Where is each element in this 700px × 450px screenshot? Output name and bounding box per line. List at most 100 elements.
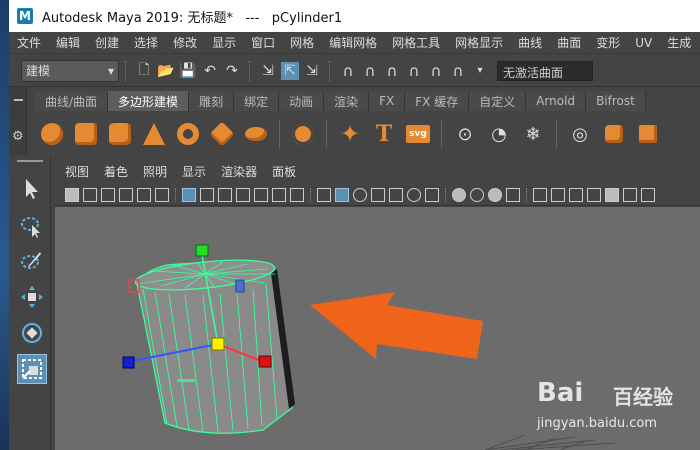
platonic-solid-icon[interactable]	[286, 119, 320, 149]
color-management-icon[interactable]	[623, 187, 637, 202]
tab-animation[interactable]: 动画	[279, 91, 325, 111]
safe-title-icon[interactable]	[290, 187, 304, 202]
menu-deform[interactable]: 变形	[596, 34, 620, 51]
tab-rigging[interactable]: 绑定	[234, 91, 280, 111]
plane-handle-blue[interactable]	[235, 279, 245, 293]
snap-grid-icon[interactable]: ∩	[339, 62, 357, 80]
menu-surfaces[interactable]: 曲面	[557, 34, 581, 51]
undo-icon[interactable]: ↶	[201, 62, 219, 80]
depth-of-field-icon[interactable]	[488, 187, 502, 202]
menu-select[interactable]: 选择	[134, 34, 158, 51]
poly-plane-icon[interactable]	[205, 119, 239, 149]
xray-components-icon[interactable]	[569, 187, 583, 202]
panel-menu-show[interactable]: 显示	[182, 163, 206, 180]
menu-display[interactable]: 显示	[212, 34, 236, 51]
poly-torus-icon[interactable]	[171, 119, 205, 149]
poly-disc-icon[interactable]	[239, 119, 273, 149]
exposure-icon[interactable]	[605, 187, 619, 202]
menu-mesh[interactable]: 网格	[290, 34, 314, 51]
motion-blur-icon[interactable]	[452, 187, 466, 202]
snap-projected-icon[interactable]: ∩	[405, 62, 423, 80]
menu-create[interactable]: 创建	[95, 34, 119, 51]
select-object-icon[interactable]: ⇱	[281, 61, 299, 80]
z-axis-handle[interactable]	[122, 356, 135, 369]
camera-icon[interactable]	[65, 187, 79, 202]
menu-generate[interactable]: 生成	[667, 34, 691, 51]
tab-fx[interactable]: FX	[369, 91, 406, 111]
snap-curve-icon[interactable]: ∩	[361, 62, 379, 80]
film-gate-icon[interactable]	[200, 187, 214, 202]
y-axis-handle[interactable]	[195, 244, 209, 257]
tab-poly-modeling[interactable]: 多边形建模	[108, 91, 190, 111]
combine-icon[interactable]: ◎	[563, 119, 597, 149]
screen-space-ao-icon[interactable]	[425, 187, 439, 202]
menu-uv[interactable]: UV	[635, 36, 652, 50]
xray-icon[interactable]	[533, 187, 547, 202]
grease-pencil-icon[interactable]	[155, 187, 169, 202]
camera-attributes-icon[interactable]	[83, 187, 97, 202]
select-component-icon[interactable]: ⇲	[303, 62, 321, 80]
time-delete-icon[interactable]: ◔	[482, 119, 516, 149]
menu-set-dropdown[interactable]: 建模 ▾	[21, 59, 119, 82]
separate-icon[interactable]	[597, 119, 631, 149]
wireframe-on-shaded-icon[interactable]	[353, 187, 367, 202]
panel-menu-renderer[interactable]: 渲染器	[221, 163, 257, 180]
grid-icon[interactable]	[182, 187, 196, 202]
type-text-icon[interactable]: T	[367, 119, 401, 149]
x-axis-handle[interactable]	[258, 355, 272, 368]
select-hierarchy-icon[interactable]: ⇲	[259, 62, 277, 80]
snowflake-icon[interactable]: ❄	[516, 119, 550, 149]
tab-rendering[interactable]: 渲染	[324, 91, 370, 111]
plane-handle-green[interactable]	[177, 379, 195, 382]
two-d-pan-icon[interactable]	[137, 187, 151, 202]
poly-sphere-icon[interactable]	[35, 119, 69, 149]
redo-icon[interactable]: ↷	[223, 62, 241, 80]
tab-custom[interactable]: 自定义	[469, 91, 527, 111]
use-all-lights-icon[interactable]	[389, 187, 403, 202]
shelf-handle[interactable]: ⚙	[9, 87, 27, 155]
poly-cylinder-icon[interactable]	[103, 119, 137, 149]
tab-fx-caching[interactable]: FX 缓存	[405, 91, 470, 111]
menu-edit-mesh[interactable]: 编辑网格	[329, 34, 377, 51]
scale-tool-icon[interactable]	[17, 354, 47, 384]
panel-menu-lighting[interactable]: 照明	[143, 163, 167, 180]
menu-file[interactable]: 文件	[17, 34, 41, 51]
menu-curves[interactable]: 曲线	[518, 34, 542, 51]
tab-sculpting[interactable]: 雕刻	[189, 91, 235, 111]
gear-icon[interactable]: ⚙	[12, 129, 24, 144]
panel-layout-icon[interactable]	[641, 187, 655, 202]
gamma-icon[interactable]	[587, 187, 601, 202]
safe-action-icon[interactable]	[272, 187, 286, 202]
shadows-icon[interactable]	[407, 187, 421, 202]
panel-menu-shading[interactable]: 着色	[104, 163, 128, 180]
field-chart-icon[interactable]	[254, 187, 268, 202]
multisample-aa-icon[interactable]	[470, 187, 484, 202]
panel-menu-view[interactable]: 视图	[65, 163, 89, 180]
chevron-down-icon[interactable]: ▾	[471, 62, 489, 80]
bookmark-icon[interactable]	[101, 187, 115, 202]
measure-icon[interactable]: ⊙	[448, 119, 482, 149]
menu-mesh-display[interactable]: 网格显示	[455, 34, 503, 51]
resolution-gate-icon[interactable]	[218, 187, 232, 202]
lasso-tool-icon[interactable]	[17, 212, 47, 242]
shelf-menu-icon[interactable]	[14, 99, 23, 101]
svg-icon[interactable]: svg	[401, 119, 435, 149]
textured-icon[interactable]	[371, 187, 385, 202]
live-surface-field[interactable]: 无激活曲面	[497, 60, 593, 81]
snap-point-icon[interactable]: ∩	[383, 62, 401, 80]
center-handle[interactable]	[211, 337, 225, 351]
tab-arnold[interactable]: Arnold	[526, 91, 587, 111]
menu-modify[interactable]: 修改	[173, 34, 197, 51]
rotate-tool-icon[interactable]	[17, 318, 47, 348]
open-scene-icon[interactable]: 📂	[157, 62, 175, 80]
snap-view-plane-icon[interactable]: ∩	[427, 62, 445, 80]
menu-edit[interactable]: 编辑	[56, 34, 80, 51]
paint-select-tool-icon[interactable]	[17, 246, 47, 276]
wireframe-icon[interactable]	[317, 187, 331, 202]
panel-menu-panels[interactable]: 面板	[272, 163, 296, 180]
tab-bifrost[interactable]: Bifrost	[586, 91, 646, 111]
gate-mask-icon[interactable]	[236, 187, 250, 202]
poly-cone-icon[interactable]	[137, 119, 171, 149]
menu-mesh-tools[interactable]: 网格工具	[392, 34, 440, 51]
make-live-icon[interactable]: ∩	[449, 62, 467, 80]
